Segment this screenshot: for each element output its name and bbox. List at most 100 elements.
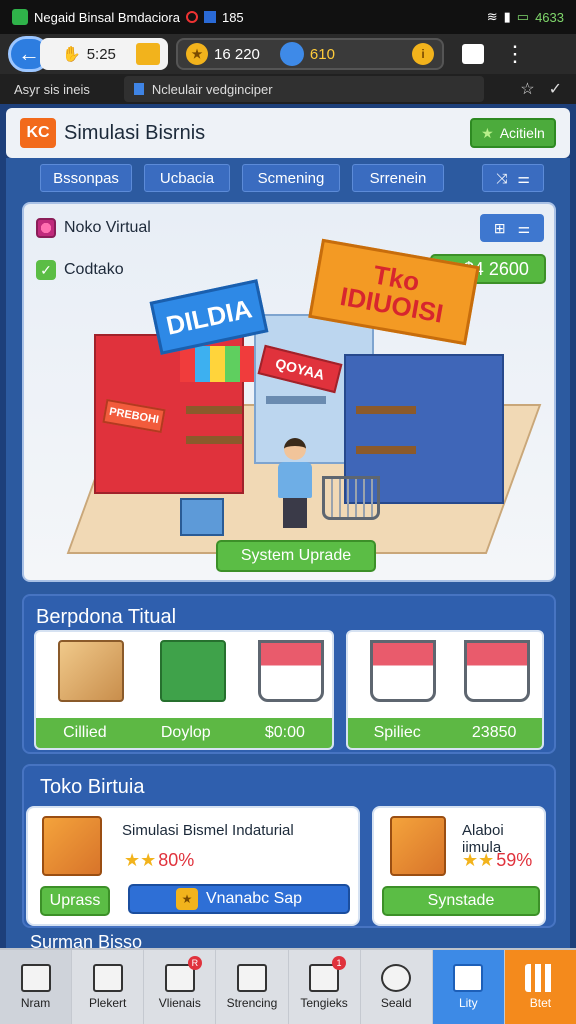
star-icon: ★ [481, 124, 494, 141]
cube-icon [453, 964, 484, 992]
star-coin-icon: ★ [186, 43, 208, 65]
package-icon [58, 640, 124, 702]
menu-grid-icon [525, 964, 556, 992]
nav-search[interactable]: Seald [361, 950, 433, 1024]
product-label: Doylop [160, 724, 211, 741]
option-label: Codtako [64, 261, 124, 278]
view-toggle-button[interactable]: ⤨ ⚌ [482, 164, 544, 192]
browser-toolbar: ← ✋ 5:25 ★ 16 220 610 i ⋮ [0, 34, 576, 74]
manage-shop-button[interactable]: ★ Vnanabc Sap [128, 884, 350, 914]
browser-tab[interactable]: Ncleulair vedginciper [123, 76, 484, 102]
shopkeeper-figure [278, 438, 312, 528]
manage-shop-label: Vnanabc Sap [205, 890, 303, 907]
time-pill: ✋ 5:25 [40, 38, 168, 70]
status-left-value: 185 [221, 9, 244, 25]
rating: ★★ 80% [124, 850, 194, 871]
lock-icon[interactable] [462, 44, 484, 64]
shuffle-icon: ⤨ [496, 169, 508, 186]
option-label: Noko Virtual [64, 219, 151, 236]
nav-label: Tengieks [300, 996, 348, 1010]
store-name: Simulasi Bismel Indaturial [122, 822, 294, 839]
stars-icon: ★★ [462, 850, 495, 870]
nav-cube[interactable]: Lity [432, 950, 505, 1024]
tab-2[interactable]: Ucbacia [144, 164, 230, 192]
nav-cart[interactable]: 1 Tengieks [289, 950, 361, 1024]
favicon-icon [133, 83, 144, 95]
store-icon [92, 964, 123, 992]
nav-label: Strencing [226, 996, 278, 1010]
panel-title: Berpdona Titual [36, 606, 177, 628]
tab-1[interactable]: Bssonpas [40, 164, 132, 192]
arrow-left-icon: ← [18, 41, 40, 66]
more-vert-icon[interactable]: ⋮ [504, 43, 526, 65]
shopping-cart-illustration [322, 476, 380, 520]
grid-icon: ⊞ [493, 219, 506, 236]
notification-badge: R [187, 956, 202, 970]
cart-icon [464, 640, 530, 702]
tab-4[interactable]: Srrenein [352, 164, 444, 192]
stat-value: 16 220 [214, 45, 260, 63]
product-label: Cillied [63, 724, 107, 741]
check-circle-icon[interactable]: ✓ [549, 79, 562, 99]
nav-menu[interactable]: Btet [504, 950, 576, 1024]
page-title: Simulasi Bisrnis [64, 121, 206, 144]
stars-icon: ★★ [124, 850, 157, 870]
url-left-text[interactable]: Asyr sis ineis [14, 82, 90, 97]
gold-block-icon [136, 43, 160, 65]
option-noko-virtual[interactable]: Noko Virtual [36, 218, 151, 238]
signal-icon: ▮ [503, 9, 511, 24]
syncstade-button[interactable]: Synstade [382, 886, 540, 916]
app-logo: KC [20, 118, 56, 148]
cart-icon [370, 640, 436, 702]
crate-icon [390, 816, 446, 876]
product-card-1[interactable]: Cillied Doylop $0:00 [34, 630, 334, 750]
status-app-title: Negaid Binsal Bmdaciora [34, 9, 180, 25]
product-card-2[interactable]: Spiliec 23850 [346, 630, 544, 750]
toolbox-icon [42, 816, 102, 876]
bottom-nav: Nram Plekert R Vlienais Strencing 1 Teng… [0, 948, 576, 1024]
product-price: 23850 [471, 724, 517, 741]
coins-value: 610 [309, 45, 335, 63]
basket-icon [160, 640, 226, 702]
nav-grid[interactable]: R Vlienais [144, 950, 217, 1024]
status-right-value: 4633 [535, 9, 564, 25]
time-value: 5:25 [86, 45, 116, 63]
hand-icon: ✋ [62, 46, 81, 63]
notification-badge: 1 [332, 956, 347, 970]
nav-label: Plekert [89, 996, 127, 1010]
sign-line-2: IDIUOISI [337, 280, 446, 329]
nav-label: Seald [380, 996, 412, 1010]
rating-value: 80% [158, 850, 195, 870]
store-sign-blue: DILDIA [149, 279, 269, 355]
layout-button[interactable]: ⊞ ⚌ [480, 214, 544, 242]
document-icon [236, 964, 267, 992]
action-button[interactable]: ★ Acitieln [470, 118, 556, 148]
tab-title: Ncleulair vedginciper [151, 81, 273, 97]
system-upgrade-button[interactable]: System Uprade [216, 540, 376, 572]
star-icon[interactable]: ☆ [520, 79, 534, 99]
nav-label: Nram [20, 996, 51, 1010]
app-header: KC Simulasi Bisrnis ★ Acitieln [6, 108, 570, 158]
rating-value: 59% [496, 850, 533, 870]
store-card-2[interactable]: Alaboi iimula ★★ 59% Synstade [372, 806, 546, 926]
nav-home[interactable]: Nram [0, 950, 73, 1024]
search-icon [381, 964, 412, 992]
option-codtako[interactable]: ✓ Codtako [36, 260, 124, 280]
tab-3[interactable]: Scmening [242, 164, 340, 192]
main-area: Bssonpas Ucbacia Scmening Srrenein ⤨ ⚌ N… [6, 158, 570, 950]
rating: ★★ 59% [462, 850, 532, 871]
upgrade-button[interactable]: Uprass [40, 886, 110, 916]
nav-store[interactable]: Plekert [72, 950, 145, 1024]
info-coin-icon[interactable]: i [412, 43, 434, 65]
nav-document[interactable]: Strencing [216, 950, 289, 1024]
sliders-icon: ⚌ [517, 169, 530, 186]
wifi-icon: ≋ [486, 9, 498, 24]
store-card-1[interactable]: Simulasi Bismel Indaturial ★★ 80% Uprass… [26, 806, 360, 926]
pencil-icon [279, 42, 304, 66]
cart-icon [258, 640, 324, 702]
products-panel: Berpdona Titual Cillied Doylop $0:00 Spi… [22, 594, 556, 754]
radio-icon [36, 218, 56, 238]
status-bar: Negaid Binsal Bmdaciora 185 ≋ ▮ ▭ 4633 [0, 0, 576, 34]
nav-label: Lity [458, 996, 478, 1010]
home-icon [20, 964, 51, 992]
